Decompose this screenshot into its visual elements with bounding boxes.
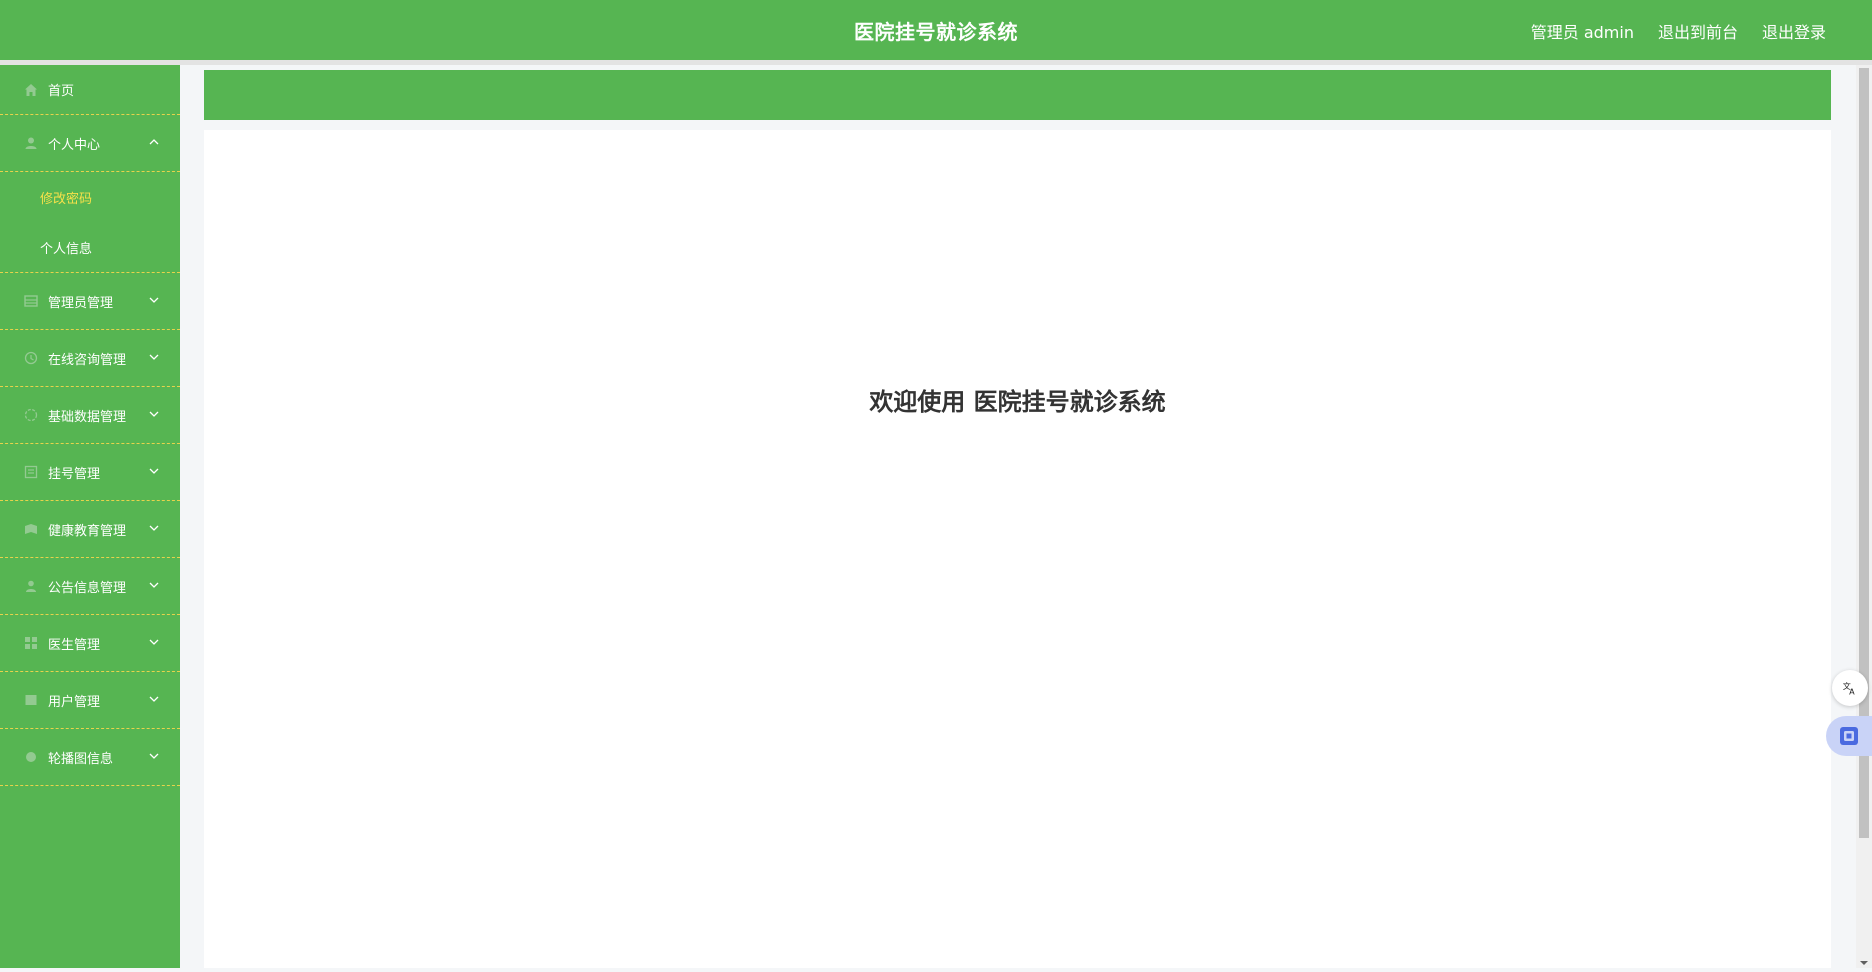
sidebar-item-carousel[interactable]: 轮播图信息 <box>0 729 180 786</box>
header-actions: 管理员 admin 退出到前台 退出登录 <box>1531 19 1826 43</box>
chevron-down-icon <box>148 294 160 306</box>
ai-assistant-icon[interactable] <box>1826 716 1872 756</box>
sidebar-item-label: 首页 <box>48 84 75 99</box>
header-divider <box>0 60 1872 65</box>
sidebar-item-doctor-management[interactable]: 医生管理 <box>0 615 180 672</box>
scroll-down-arrow-icon[interactable] <box>1859 953 1869 965</box>
table-icon <box>24 294 38 308</box>
register-icon <box>24 465 38 479</box>
sidebar-item-home[interactable]: 首页 <box>0 65 180 115</box>
svg-text:A: A <box>1849 686 1855 696</box>
data-icon <box>24 408 38 422</box>
sidebar-item-label: 基础数据管理 <box>48 409 127 425</box>
chevron-down-icon <box>148 465 160 477</box>
sidebar-item-label: 用户管理 <box>48 694 101 710</box>
top-navbar: 医院挂号就诊系统 管理员 admin 退出到前台 退出登录 <box>0 0 1872 60</box>
sidebar-item-user-management[interactable]: 用户管理 <box>0 672 180 729</box>
personal-center-submenu: 修改密码 个人信息 <box>0 172 180 273</box>
sidebar-item-registration[interactable]: 挂号管理 <box>0 444 180 501</box>
content-panel: 欢迎使用 医院挂号就诊系统 <box>204 130 1831 968</box>
image-icon <box>24 750 38 764</box>
welcome-message: 欢迎使用 医院挂号就诊系统 <box>869 388 1166 416</box>
notice-icon <box>24 579 38 593</box>
exit-to-front-link[interactable]: 退出到前台 <box>1658 19 1738 43</box>
sidebar-item-basic-data[interactable]: 基础数据管理 <box>0 387 180 444</box>
sidebar-item-label: 公告信息管理 <box>48 580 127 596</box>
home-icon <box>24 83 38 97</box>
chevron-down-icon <box>148 636 160 648</box>
book-icon <box>24 522 38 536</box>
sidebar: 首页 个人中心 修改密码 个人信息 管理员管理 在线咨询管理 基础数据管理 挂号… <box>0 65 180 968</box>
chevron-down-icon <box>148 579 160 591</box>
chevron-down-icon <box>148 750 160 762</box>
submenu-item-personal-info[interactable]: 个人信息 <box>0 222 180 272</box>
submenu-item-change-password[interactable]: 修改密码 <box>0 172 180 222</box>
chevron-up-icon <box>148 136 160 148</box>
chevron-down-icon <box>148 408 160 420</box>
content-header-bar <box>204 70 1831 120</box>
sidebar-item-notice-management[interactable]: 公告信息管理 <box>0 558 180 615</box>
sidebar-item-health-education[interactable]: 健康教育管理 <box>0 501 180 558</box>
sidebar-item-label: 在线咨询管理 <box>48 352 127 368</box>
users-icon <box>24 693 38 707</box>
sidebar-item-label: 轮播图信息 <box>48 751 114 767</box>
user-icon <box>24 136 38 150</box>
sidebar-item-label: 健康教育管理 <box>48 523 127 539</box>
sidebar-item-online-consult[interactable]: 在线咨询管理 <box>0 330 180 387</box>
sidebar-item-label: 个人中心 <box>48 137 101 153</box>
chevron-down-icon <box>148 693 160 705</box>
logout-link[interactable]: 退出登录 <box>1762 19 1826 43</box>
grid-icon <box>24 636 38 650</box>
admin-username: 管理员 admin <box>1530 23 1634 42</box>
chevron-down-icon <box>148 522 160 534</box>
translate-icon[interactable]: 文 A <box>1832 670 1868 706</box>
sidebar-item-label: 挂号管理 <box>48 466 101 482</box>
sidebar-item-label: 管理员管理 <box>48 295 114 311</box>
sidebar-item-label: 医生管理 <box>48 637 101 653</box>
chat-icon <box>24 351 38 365</box>
chevron-down-icon <box>148 351 160 363</box>
sidebar-item-admin-management[interactable]: 管理员管理 <box>0 273 180 330</box>
sidebar-item-personal-center[interactable]: 个人中心 <box>0 115 180 172</box>
